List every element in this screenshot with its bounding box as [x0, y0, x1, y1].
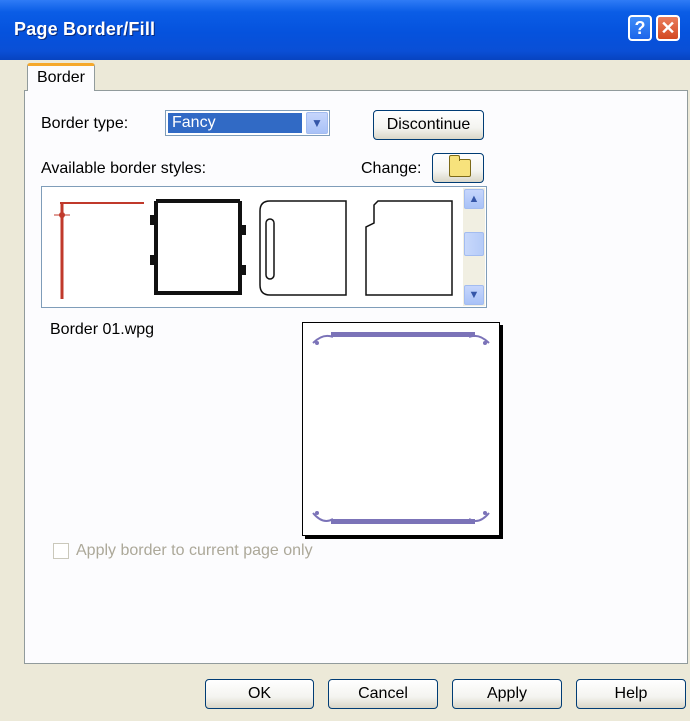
window-title: Page Border/Fill	[14, 19, 156, 39]
border-style-thumb-04[interactable]	[362, 195, 454, 299]
close-button[interactable]: ✕	[656, 15, 680, 41]
tab-border[interactable]: Border	[27, 63, 95, 91]
ok-button[interactable]: OK	[205, 679, 314, 709]
scroll-thumb[interactable]	[464, 232, 484, 256]
apply-button[interactable]: Apply	[452, 679, 562, 709]
border-style-thumb-02[interactable]	[150, 195, 246, 299]
chevron-down-icon[interactable]: ▼	[306, 112, 328, 134]
change-folder-button[interactable]	[432, 153, 484, 183]
folder-icon	[449, 155, 471, 177]
chevron-down-icon[interactable]: ▼	[464, 285, 484, 305]
title-bar: Page Border/Fill ? ✕	[0, 0, 690, 60]
change-label: Change:	[361, 160, 422, 177]
selected-border-filename: Border 01.wpg	[50, 321, 155, 338]
border-style-thumb-03[interactable]	[256, 195, 348, 299]
cancel-button[interactable]: Cancel	[328, 679, 438, 709]
styles-scrollbar[interactable]: ▲ ▼	[463, 188, 485, 306]
border-preview-art	[312, 332, 490, 524]
chevron-up-icon[interactable]: ▲	[464, 189, 484, 209]
border-preview	[302, 322, 500, 536]
border-styles-list[interactable]: ▲ ▼	[41, 186, 487, 308]
discontinue-button[interactable]: Discontinue	[373, 110, 484, 140]
apply-current-page-checkbox[interactable]	[53, 543, 69, 559]
border-type-value: Fancy	[168, 113, 302, 133]
help-title-button[interactable]: ?	[628, 15, 652, 41]
border-style-thumb-01[interactable]	[52, 195, 144, 299]
border-type-select[interactable]: Fancy ▼	[165, 110, 330, 136]
available-styles-label: Available border styles:	[41, 160, 207, 177]
apply-current-page-label: Apply border to current page only	[76, 542, 313, 559]
help-button[interactable]: Help	[576, 679, 686, 709]
border-type-label: Border type:	[41, 115, 129, 132]
